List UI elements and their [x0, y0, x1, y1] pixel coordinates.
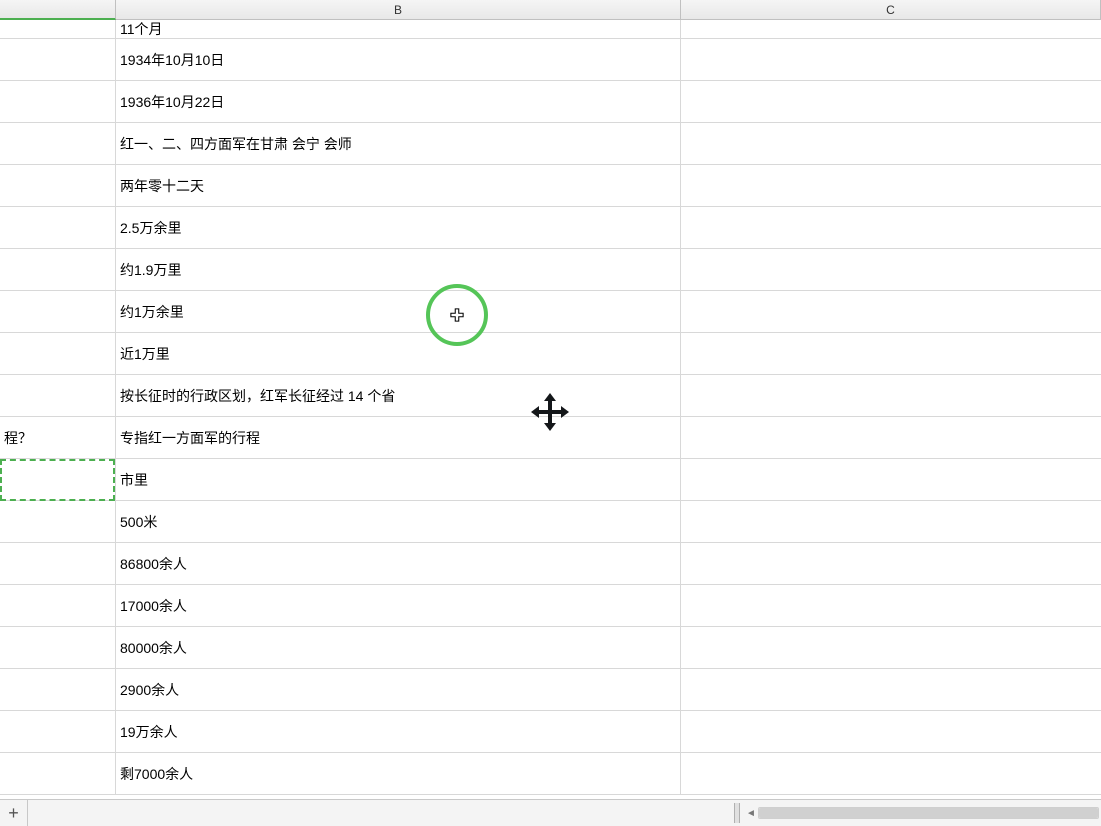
cell-A[interactable]	[0, 459, 116, 500]
cell-B[interactable]: 19万余人	[116, 711, 681, 752]
table-row: 1936年10月22日	[0, 81, 1101, 123]
cell-C[interactable]	[681, 123, 1101, 164]
cell-C[interactable]	[681, 39, 1101, 80]
table-row: 19万余人	[0, 711, 1101, 753]
table-row: 程？专指红一方面军的行程	[0, 417, 1101, 459]
cell-C[interactable]	[681, 333, 1101, 374]
cell-A[interactable]	[0, 543, 116, 584]
table-row: 红一、二、四方面军在甘肃 会宁 会师	[0, 123, 1101, 165]
cell-A[interactable]	[0, 753, 116, 794]
scroll-left-icon[interactable]: ◄	[744, 805, 758, 821]
horizontal-scroll-zone: ◄	[734, 803, 1099, 823]
cell-A[interactable]	[0, 20, 116, 38]
table-row: 剩7000余人	[0, 753, 1101, 795]
cell-B[interactable]: 红一、二、四方面军在甘肃 会宁 会师	[116, 123, 681, 164]
cell-C[interactable]	[681, 375, 1101, 416]
cell-A[interactable]	[0, 333, 116, 374]
cell-B[interactable]: 86800余人	[116, 543, 681, 584]
table-row: 500米	[0, 501, 1101, 543]
cell-C[interactable]	[681, 417, 1101, 458]
table-row: 2900余人	[0, 669, 1101, 711]
cell-B[interactable]: 专指红一方面军的行程	[116, 417, 681, 458]
table-row: 2.5万余里	[0, 207, 1101, 249]
cell-B[interactable]: 约1万余里	[116, 291, 681, 332]
cell-A[interactable]	[0, 39, 116, 80]
cell-B[interactable]: 剩7000余人	[116, 753, 681, 794]
cell-A[interactable]	[0, 669, 116, 710]
cell-B[interactable]: 1936年10月22日	[116, 81, 681, 122]
cell-C[interactable]	[681, 753, 1101, 794]
cell-C[interactable]	[681, 81, 1101, 122]
cell-B[interactable]: 2.5万余里	[116, 207, 681, 248]
add-sheet-button[interactable]: +	[0, 800, 28, 826]
cell-B[interactable]: 近1万里	[116, 333, 681, 374]
cell-A[interactable]	[0, 627, 116, 668]
cell-A[interactable]	[0, 207, 116, 248]
table-row: 两年零十二天	[0, 165, 1101, 207]
cell-A[interactable]	[0, 585, 116, 626]
table-row: 80000余人	[0, 627, 1101, 669]
col-header-C[interactable]: C	[681, 0, 1101, 20]
cell-A[interactable]	[0, 123, 116, 164]
cell-C[interactable]	[681, 20, 1101, 38]
cell-C[interactable]	[681, 207, 1101, 248]
cell-B[interactable]: 2900余人	[116, 669, 681, 710]
cell-B[interactable]: 80000余人	[116, 627, 681, 668]
cell-B[interactable]: 两年零十二天	[116, 165, 681, 206]
cell-B[interactable]: 11个月	[116, 20, 681, 38]
cell-B[interactable]: 按长征时的行政区划，红军长征经过 14 个省	[116, 375, 681, 416]
cell-C[interactable]	[681, 459, 1101, 500]
table-row: 1934年10月10日	[0, 39, 1101, 81]
sheet-tab-bar: + ◄	[0, 799, 1101, 826]
spreadsheet-area: B C 11个月1934年10月10日1936年10月22日红一、二、四方面军在…	[0, 0, 1101, 799]
cell-A[interactable]	[0, 165, 116, 206]
cell-A[interactable]	[0, 501, 116, 542]
cell-B[interactable]: 500米	[116, 501, 681, 542]
cell-C[interactable]	[681, 669, 1101, 710]
cell-A[interactable]	[0, 81, 116, 122]
col-header-B[interactable]: B	[116, 0, 681, 20]
cell-B[interactable]: 市里	[116, 459, 681, 500]
table-row: 11个月	[0, 20, 1101, 39]
cell-C[interactable]	[681, 585, 1101, 626]
cell-C[interactable]	[681, 291, 1101, 332]
cell-B[interactable]: 17000余人	[116, 585, 681, 626]
horizontal-scrollbar[interactable]	[758, 807, 1099, 819]
column-header-row: B C	[0, 0, 1101, 20]
table-row: 86800余人	[0, 543, 1101, 585]
horizontal-scrollbar-thumb[interactable]	[759, 808, 1098, 818]
splitter-handle[interactable]	[734, 803, 740, 823]
table-row: 约1.9万里	[0, 249, 1101, 291]
cell-A[interactable]: 程？	[0, 417, 116, 458]
table-row: 近1万里	[0, 333, 1101, 375]
table-row: 市里	[0, 459, 1101, 501]
cell-C[interactable]	[681, 627, 1101, 668]
cell-A[interactable]	[0, 375, 116, 416]
cell-C[interactable]	[681, 711, 1101, 752]
cell-C[interactable]	[681, 501, 1101, 542]
table-row: 约1万余里	[0, 291, 1101, 333]
col-header-A[interactable]	[0, 0, 116, 20]
table-row: 按长征时的行政区划，红军长征经过 14 个省	[0, 375, 1101, 417]
cell-B[interactable]: 约1.9万里	[116, 249, 681, 290]
cell-A[interactable]	[0, 249, 116, 290]
cell-A[interactable]	[0, 711, 116, 752]
cell-A[interactable]	[0, 291, 116, 332]
table-row: 17000余人	[0, 585, 1101, 627]
cell-C[interactable]	[681, 543, 1101, 584]
cell-C[interactable]	[681, 249, 1101, 290]
cell-C[interactable]	[681, 165, 1101, 206]
grid[interactable]: 11个月1934年10月10日1936年10月22日红一、二、四方面军在甘肃 会…	[0, 20, 1101, 799]
cell-B[interactable]: 1934年10月10日	[116, 39, 681, 80]
